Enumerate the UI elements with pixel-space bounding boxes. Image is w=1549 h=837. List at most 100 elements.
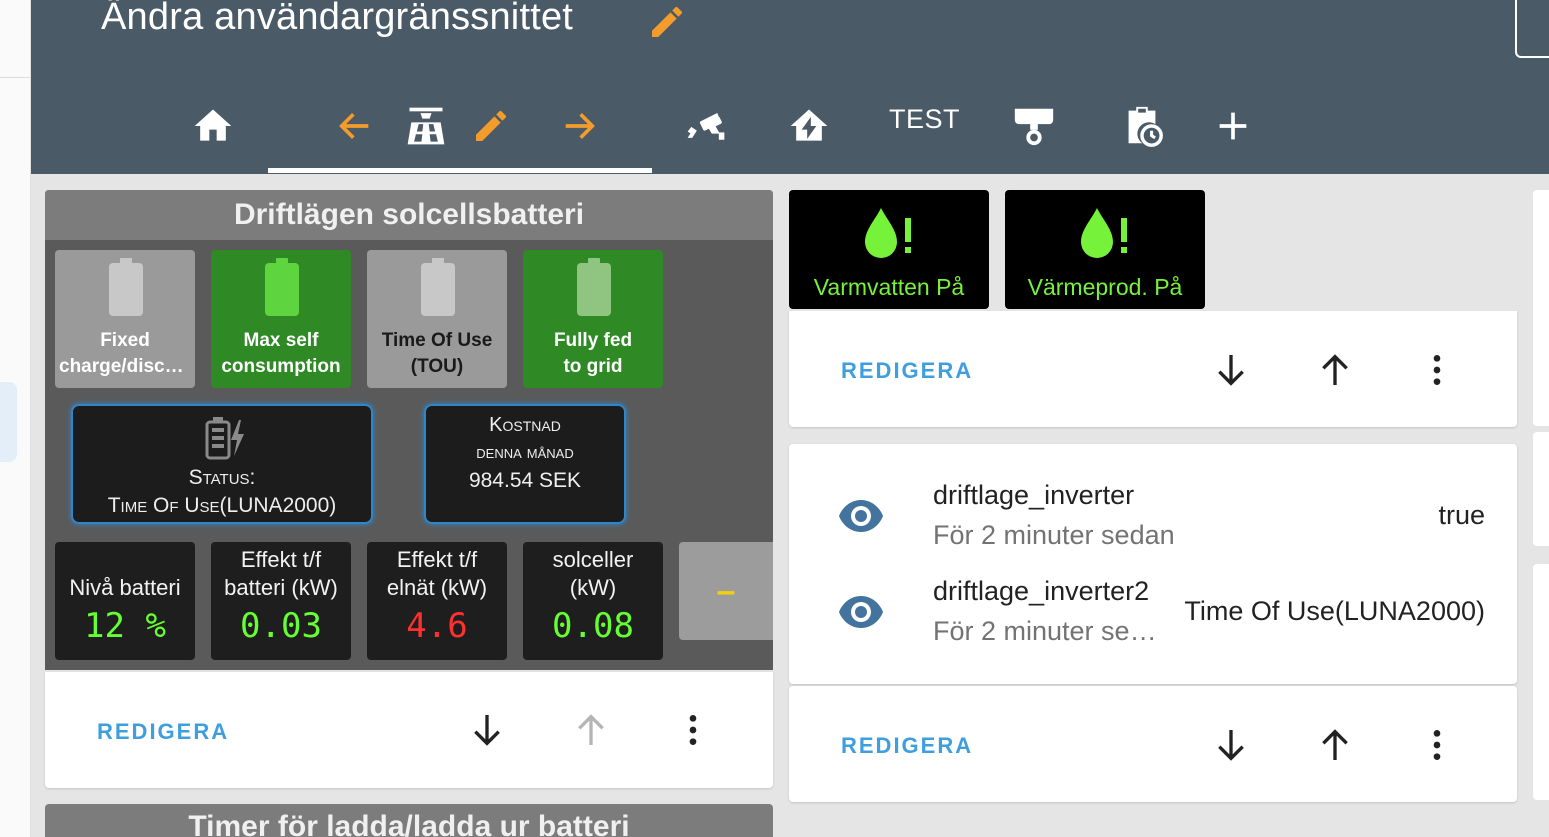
mode-label-line2: to grid: [563, 356, 623, 377]
mode-fully-fed-to-grid-button[interactable]: Fully fed to grid: [523, 250, 663, 388]
mode-label-line2: consumption: [221, 356, 341, 377]
battery-icon: [577, 258, 611, 316]
grid-power-tile[interactable]: Effekt t/f elnät (kW) 4.6: [367, 542, 507, 660]
stat-label: Effekt t/f: [240, 547, 322, 572]
entity-state: Time Of Use(LUNA2000): [1184, 596, 1485, 626]
card-overflow-menu[interactable]: [671, 708, 715, 752]
timer-card-title: Timer för ladda/ladda ur batteri: [188, 810, 630, 837]
move-down-button[interactable]: [1209, 723, 1253, 767]
entity-name: driftlage_inverter: [933, 480, 1135, 510]
battery-icon: [421, 258, 455, 316]
tab-test[interactable]: TEST: [889, 104, 960, 135]
mode-label-line1: Fixed: [100, 330, 150, 351]
arrow-up-icon: [1322, 354, 1348, 385]
stat-value: 0.03: [240, 606, 322, 646]
status-label: Status:: [188, 466, 256, 489]
edit-card-button[interactable]: REDIGERA: [97, 719, 229, 745]
more-vertical-icon: [1433, 355, 1441, 385]
more-vertical-icon: [1433, 730, 1441, 760]
arrow-down-icon: [1218, 730, 1244, 761]
move-up-button[interactable]: [1313, 723, 1357, 767]
card-actions-entities: REDIGERA: [789, 686, 1517, 802]
battery-icon: [109, 258, 143, 316]
move-down-button[interactable]: [1209, 348, 1253, 392]
battery-level-tile[interactable]: Nivå batteri 12 %: [55, 542, 195, 660]
edit-card-button[interactable]: REDIGERA: [841, 358, 973, 384]
heat-pump-icon: [1014, 108, 1054, 146]
solar-power-tile[interactable]: solceller (kW) 0.08: [523, 542, 663, 660]
edit-view-button[interactable]: [469, 101, 513, 151]
entity-row[interactable]: driftlage_inverter2 För 2 minuter se… Ti…: [789, 568, 1517, 656]
collapse-button[interactable]: –: [679, 542, 773, 640]
pencil-icon: [476, 110, 507, 141]
battery-power-tile[interactable]: Effekt t/f batteri (kW) 0.03: [211, 542, 351, 660]
tab-solar[interactable]: [403, 101, 449, 151]
side-drawer-edge: [0, 0, 31, 837]
tab-home[interactable]: [191, 101, 235, 151]
hot-water-alert-tile[interactable]: Varmvatten På: [789, 190, 989, 309]
more-vertical-icon: [689, 715, 697, 745]
mode-label-line1: Fully fed: [553, 330, 633, 351]
move-up-button[interactable]: [1313, 348, 1357, 392]
battery-modes-card: Driftlägen solcellsbatteri Fixed charge/d…: [45, 190, 773, 670]
mode-label-line2: charge/disch…: [59, 356, 195, 377]
next-column-card: [1533, 432, 1549, 546]
mode-label-line1: Max self: [243, 330, 319, 351]
arrow-up-icon: [1322, 729, 1348, 760]
cost-value: 984.54 SEK: [468, 469, 582, 492]
clipboard-clock-icon: [1128, 106, 1163, 147]
water-alert-icon: [1081, 208, 1127, 258]
edit-card-button[interactable]: REDIGERA: [841, 733, 973, 759]
move-view-left-button[interactable]: [333, 101, 377, 151]
arrow-down-icon: [1218, 355, 1244, 386]
monthly-cost-tile[interactable]: Kostnad denna månad 984.54 SEK: [424, 404, 626, 524]
alert-label: Värmeprod. På: [1027, 274, 1183, 300]
battery-status-tile[interactable]: Status: Time Of Use(LUNA2000): [71, 404, 373, 524]
battery-modes-title: Driftlägen solcellsbatteri: [45, 190, 773, 240]
cost-label-line1: Kostnad: [489, 414, 561, 436]
stat-label-line2: elnät (kW): [386, 575, 488, 600]
stat-label-line2: batteri (kW): [224, 575, 338, 600]
mode-fixed-charge-button[interactable]: Fixed charge/disch…: [55, 250, 195, 388]
water-alert-icon: [865, 208, 911, 258]
mode-max-self-consumption-button[interactable]: Max self consumption: [211, 250, 351, 388]
tab-heatpump[interactable]: [1011, 101, 1057, 151]
done-button[interactable]: [1515, 0, 1549, 58]
move-up-button[interactable]: [569, 708, 613, 752]
arrow-down-icon: [474, 715, 500, 746]
cctv-icon: [687, 113, 725, 140]
entities-card: driftlage_inverter För 2 minuter sedan t…: [789, 444, 1517, 684]
heat-production-alert-tile[interactable]: Värmeprod. På: [1005, 190, 1205, 309]
collapse-label: –: [716, 572, 736, 610]
eye-icon: [839, 596, 883, 628]
move-view-right-button[interactable]: [557, 101, 601, 151]
move-down-button[interactable]: [465, 708, 509, 752]
mode-label-line1: Time Of Use: [381, 330, 493, 351]
solar-panel-icon: [407, 107, 445, 145]
entity-last-changed: För 2 minuter se…: [933, 616, 1157, 646]
home-lightning-icon: [790, 109, 828, 141]
next-column-card: [1533, 190, 1549, 426]
selected-nav-indicator[interactable]: [0, 382, 17, 462]
alert-label: Varmvatten På: [813, 274, 965, 300]
eye-icon: [839, 500, 883, 532]
home-icon: [194, 109, 232, 141]
stat-label-line2: (kW): [569, 575, 617, 600]
card-overflow-menu[interactable]: [1415, 348, 1459, 392]
card-overflow-menu[interactable]: [1415, 723, 1459, 767]
edit-title-pencil-icon[interactable]: [647, 2, 687, 42]
tab-schedule[interactable]: [1119, 101, 1165, 151]
cost-label-line2: denna månad: [476, 442, 574, 462]
tab-cctv[interactable]: [683, 101, 729, 151]
stat-label: Effekt t/f: [396, 547, 478, 572]
next-column-card: [1533, 564, 1549, 800]
battery-charging-icon: [205, 417, 244, 460]
add-view-button[interactable]: [1211, 101, 1255, 151]
tab-energy[interactable]: [787, 101, 831, 151]
mode-time-of-use-button[interactable]: Time Of Use (TOU): [367, 250, 507, 388]
arrow-up-icon: [578, 714, 604, 745]
entity-row[interactable]: driftlage_inverter För 2 minuter sedan t…: [789, 472, 1517, 560]
timer-card-header: Timer för ladda/ladda ur batteri: [45, 804, 773, 837]
stat-label: Nivå batteri: [69, 575, 181, 600]
stat-value: 4.6: [406, 606, 468, 646]
